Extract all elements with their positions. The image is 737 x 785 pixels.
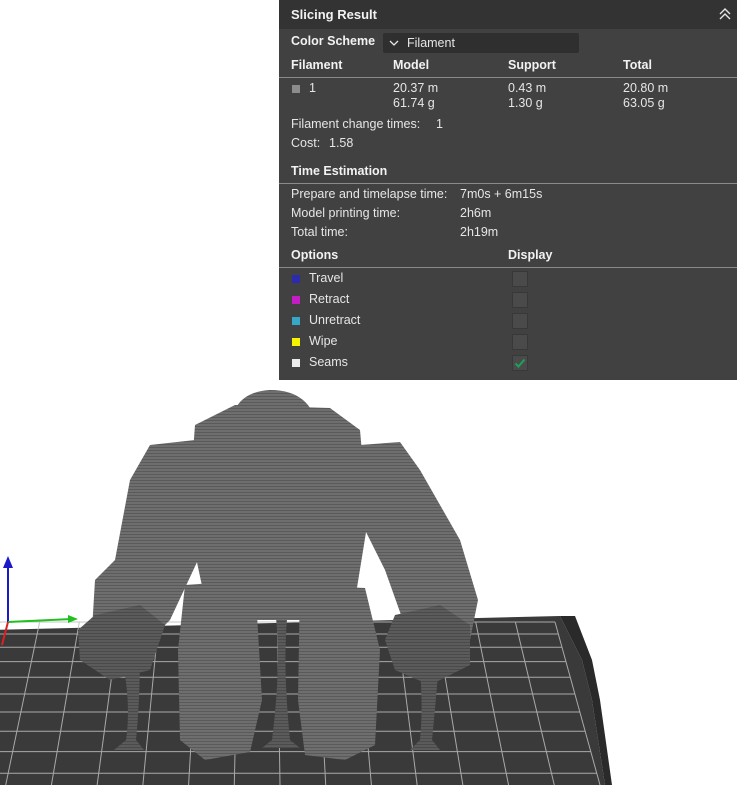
col-header-filament: Filament bbox=[291, 58, 343, 72]
total-weight: 63.05 g bbox=[623, 96, 665, 110]
checkmark-icon bbox=[514, 358, 526, 368]
divider bbox=[279, 267, 737, 268]
col-header-support: Support bbox=[508, 58, 556, 72]
option-label: Retract bbox=[309, 292, 350, 306]
total-length: 20.80 m bbox=[623, 81, 669, 95]
wipe-color-swatch bbox=[292, 338, 300, 346]
col-header-model: Model bbox=[393, 58, 430, 72]
support-length: 0.43 m bbox=[508, 81, 547, 95]
filament-number: 1 bbox=[309, 81, 316, 95]
divider bbox=[279, 77, 737, 78]
model-weight: 61.74 g bbox=[393, 96, 435, 110]
color-scheme-label: Color Scheme bbox=[291, 34, 376, 48]
wipe-display-checkbox[interactable] bbox=[512, 334, 528, 350]
color-scheme-value: Filament bbox=[407, 36, 455, 50]
option-label: Travel bbox=[309, 271, 344, 285]
time-value: 2h19m bbox=[460, 225, 499, 239]
time-label: Total time: bbox=[291, 225, 348, 239]
cost-label: Cost: bbox=[291, 136, 321, 150]
model-length: 20.37 m bbox=[393, 81, 439, 95]
col-header-total: Total bbox=[623, 58, 652, 72]
time-label: Model printing time: bbox=[291, 206, 401, 220]
option-label: Wipe bbox=[309, 334, 338, 348]
double-chevron-up-icon[interactable] bbox=[717, 6, 733, 22]
time-value: 2h6m bbox=[460, 206, 492, 220]
options-header: Options bbox=[291, 248, 339, 262]
time-label: Prepare and timelapse time: bbox=[291, 187, 448, 201]
time-value: 7m0s + 6m15s bbox=[460, 187, 543, 201]
travel-color-swatch bbox=[292, 275, 300, 283]
option-label: Seams bbox=[309, 355, 348, 369]
filament-change-value: 1 bbox=[436, 117, 443, 131]
travel-display-checkbox[interactable] bbox=[512, 271, 528, 287]
panel-header: Slicing Result bbox=[279, 0, 737, 29]
retract-display-checkbox[interactable] bbox=[512, 292, 528, 308]
unretract-color-swatch bbox=[292, 317, 300, 325]
time-estimation-title: Time Estimation bbox=[291, 164, 388, 178]
support-weight: 1.30 g bbox=[508, 96, 543, 110]
seams-display-checkbox[interactable] bbox=[512, 355, 528, 371]
filament-color-swatch bbox=[292, 85, 300, 93]
display-header: Display bbox=[508, 248, 553, 262]
chevron-down-icon bbox=[389, 40, 399, 46]
retract-color-swatch bbox=[292, 296, 300, 304]
cost-value: 1.58 bbox=[329, 136, 354, 150]
panel-title: Slicing Result bbox=[291, 7, 377, 22]
slicing-result-panel: Slicing Result Color Scheme Filament Fil… bbox=[279, 0, 737, 380]
color-scheme-dropdown[interactable]: Filament bbox=[383, 33, 579, 53]
divider bbox=[279, 183, 737, 184]
seams-color-swatch bbox=[292, 359, 300, 367]
option-label: Unretract bbox=[309, 313, 361, 327]
unretract-display-checkbox[interactable] bbox=[512, 313, 528, 329]
filament-change-label: Filament change times: bbox=[291, 117, 421, 131]
